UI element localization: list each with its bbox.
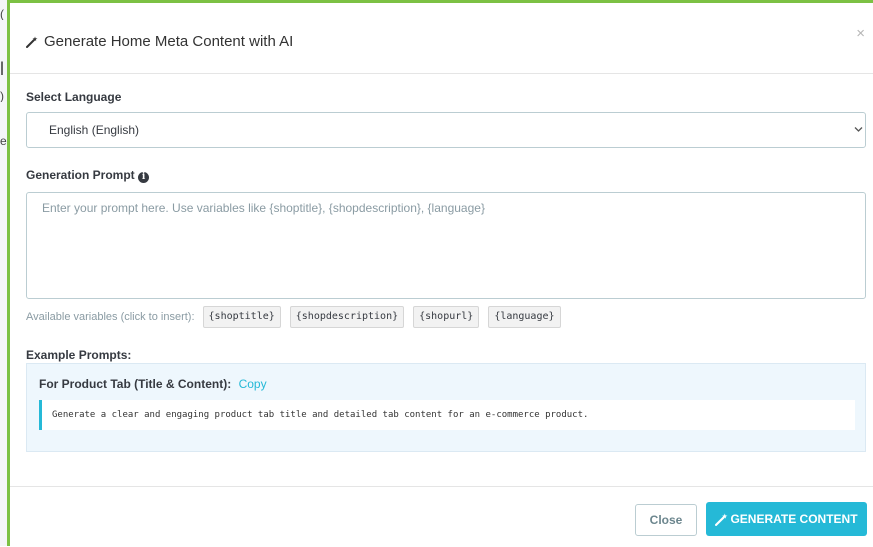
prompt-label-text: Generation Prompt [26, 168, 135, 182]
ai-generation-modal: Generate Home Meta Content with AI × Sel… [10, 3, 873, 546]
example-prompts-heading: Example Prompts: [26, 348, 132, 362]
variable-chip-shopdescription[interactable]: {shopdescription} [289, 306, 405, 328]
prompt-label: Generation Prompt i [26, 168, 150, 183]
variable-chip-shoptitle[interactable]: {shoptitle} [202, 306, 281, 328]
example-prompt-card: For Product Tab (Title & Content): Copy … [26, 363, 866, 452]
close-button[interactable]: Close [635, 504, 697, 536]
background-page-fragment: ( [0, 8, 4, 20]
generate-content-label: GENERATE CONTENT [730, 512, 858, 526]
modal-title: Generate Home Meta Content with AI [26, 33, 293, 50]
background-page-fragment: ) [0, 90, 4, 102]
prompt-textarea[interactable]: Enter your prompt here. Use variables li… [26, 192, 866, 299]
example-prompt-title-text: For Product Tab (Title & Content): [39, 377, 232, 391]
prompt-placeholder: Enter your prompt here. Use variables li… [42, 201, 485, 215]
variable-chip-language[interactable]: {language} [488, 306, 561, 328]
modal-footer: Close GENERATE CONTENT [10, 486, 873, 547]
language-selected-value: English (English) [49, 123, 140, 137]
background-page-fragment: l [0, 60, 4, 78]
variable-chip-shopurl[interactable]: {shopurl} [413, 306, 480, 328]
copy-link[interactable]: Copy [239, 377, 267, 391]
example-prompt-text: Generate a clear and engaging product ta… [39, 400, 855, 430]
close-icon[interactable]: × [856, 25, 865, 42]
variables-row: Available variables (click to insert): {… [26, 306, 570, 328]
chevron-down-icon [854, 127, 863, 132]
modal-header: Generate Home Meta Content with AI × [10, 3, 873, 74]
magic-wand-icon [26, 36, 38, 48]
language-label: Select Language [26, 90, 122, 104]
variables-label: Available variables (click to insert): [26, 311, 195, 323]
background-page-fragment: e [0, 135, 7, 147]
language-select[interactable]: English (English) [26, 112, 866, 148]
modal-title-text: Generate Home Meta Content with AI [44, 33, 294, 50]
generate-content-button[interactable]: GENERATE CONTENT [706, 502, 867, 536]
example-prompt-title: For Product Tab (Title & Content): Copy [39, 377, 267, 391]
magic-wand-icon [715, 513, 728, 526]
info-icon[interactable]: i [138, 172, 150, 183]
